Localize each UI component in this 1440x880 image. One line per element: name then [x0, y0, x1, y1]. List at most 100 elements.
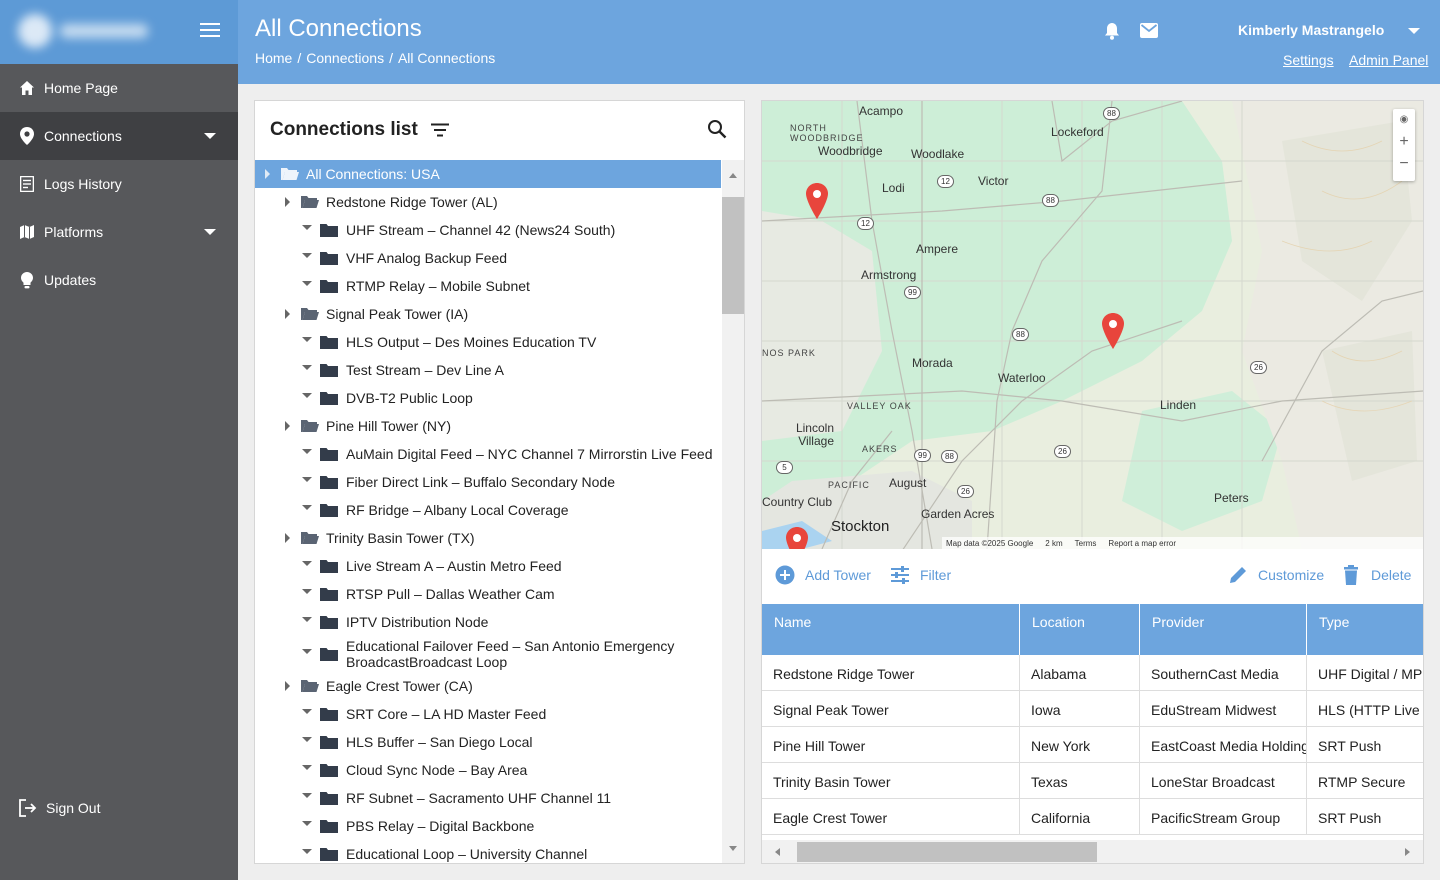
chevron-down-icon[interactable] — [204, 229, 216, 235]
tree-connection-node[interactable]: Cloud Sync Node – Bay Area — [255, 756, 721, 784]
search-icon[interactable] — [707, 119, 727, 139]
caret-right-icon[interactable] — [265, 169, 270, 179]
tree-connection-node[interactable]: SRT Core – LA HD Master Feed — [255, 700, 721, 728]
scroll-right-icon[interactable] — [1405, 848, 1410, 856]
scroll-thumb[interactable] — [722, 197, 744, 314]
caret-down-icon[interactable] — [302, 281, 312, 286]
table-row[interactable]: Eagle Crest Tower California PacificStream… — [762, 799, 1423, 835]
tree-connection-node[interactable]: Test Stream – Dev Line A — [255, 356, 721, 384]
tree-connection-node[interactable]: Educational Failover Feed – San Antonio … — [255, 636, 721, 672]
chevron-down-icon[interactable] — [204, 133, 216, 139]
terms-link[interactable]: Terms — [1075, 539, 1097, 548]
filter-lines-icon[interactable] — [431, 123, 449, 137]
tree-tower-node[interactable]: Redstone Ridge Tower (AL) — [255, 188, 721, 216]
caret-down-icon[interactable] — [302, 225, 312, 230]
settings-link[interactable]: Settings — [1283, 52, 1334, 68]
caret-right-icon[interactable] — [285, 533, 290, 543]
table-row[interactable]: Redstone Ridge Tower Alabama SouthernCast … — [762, 655, 1423, 691]
tree-connection-node[interactable]: Educational Loop – University Channel — [255, 840, 721, 863]
table-row[interactable]: Pine Hill Tower New York EastCoast Media H… — [762, 727, 1423, 763]
menu-toggle-icon[interactable] — [200, 23, 220, 39]
map-marker-icon[interactable] — [1102, 313, 1124, 349]
report-error-link[interactable]: Report a map error — [1108, 539, 1176, 548]
caret-down-icon[interactable] — [302, 561, 312, 566]
caret-right-icon[interactable] — [285, 681, 290, 691]
tree-tower-node[interactable]: Trinity Basin Tower (TX) — [255, 524, 721, 552]
tree-tower-node[interactable]: Pine Hill Tower (NY) — [255, 412, 721, 440]
breadcrumb-home[interactable]: Home — [255, 50, 292, 66]
scroll-left-icon[interactable] — [775, 848, 780, 856]
tree-connection-node[interactable]: VHF Analog Backup Feed — [255, 244, 721, 272]
tree-connection-node[interactable]: PBS Relay – Digital Backbone — [255, 812, 721, 840]
admin-panel-link[interactable]: Admin Panel — [1349, 52, 1428, 68]
tree-connection-node[interactable]: RTSP Pull – Dallas Weather Cam — [255, 580, 721, 608]
caret-down-icon[interactable] — [302, 449, 312, 454]
caret-right-icon[interactable] — [285, 197, 290, 207]
caret-down-icon[interactable] — [302, 709, 312, 714]
caret-down-icon[interactable] — [302, 253, 312, 258]
tree-connection-node[interactable]: DVB-T2 Public Loop — [255, 384, 721, 412]
scroll-down-icon[interactable] — [729, 846, 737, 851]
mail-icon[interactable] — [1140, 23, 1158, 38]
filter-button[interactable]: Filter — [890, 565, 951, 585]
caret-right-icon[interactable] — [285, 309, 290, 319]
tree-connection-node[interactable]: RTMP Relay – Mobile Subnet — [255, 272, 721, 300]
column-header-type[interactable]: Type — [1307, 604, 1423, 655]
map-marker-icon[interactable] — [786, 527, 808, 549]
tree-connection-node[interactable]: UHF Stream – Channel 42 (News24 South) — [255, 216, 721, 244]
caret-down-icon[interactable] — [302, 393, 312, 398]
add-tower-button[interactable]: Add Tower — [775, 565, 871, 585]
grid-horizontal-scrollbar[interactable] — [762, 840, 1423, 863]
caret-down-icon[interactable] — [302, 477, 312, 482]
caret-down-icon[interactable] — [302, 365, 312, 370]
caret-down-icon[interactable] — [302, 617, 312, 622]
delete-button[interactable]: Delete — [1341, 565, 1411, 585]
tree-connection-node[interactable]: IPTV Distribution Node — [255, 608, 721, 636]
tree-connection-node[interactable]: HLS Output – Des Moines Education TV — [255, 328, 721, 356]
sidebar-item-platforms[interactable]: Platforms — [0, 208, 238, 256]
tree-root-node[interactable]: All Connections: USA — [255, 160, 721, 188]
tree-connection-node[interactable]: Live Stream A – Austin Metro Feed — [255, 552, 721, 580]
scroll-thumb[interactable] — [797, 842, 1097, 862]
breadcrumb-connections[interactable]: Connections — [306, 50, 384, 66]
tree-connection-node[interactable]: AuMain Digital Feed – NYC Channel 7 Mirr… — [255, 440, 721, 468]
map-view[interactable]: Acampo NORTH WOODBRIDGE Woodbridge Locke… — [762, 101, 1423, 549]
caret-down-icon[interactable] — [302, 589, 312, 594]
tree-connection-node[interactable]: RF Subnet – Sacramento UHF Channel 11 — [255, 784, 721, 812]
tree-scrollbar[interactable] — [722, 160, 744, 863]
scroll-up-icon[interactable] — [729, 173, 737, 178]
table-row[interactable]: Signal Peak Tower Iowa EduStream Midwest HL… — [762, 691, 1423, 727]
tree-tower-node[interactable]: Eagle Crest Tower (CA) — [255, 672, 721, 700]
column-header-provider[interactable]: Provider — [1140, 604, 1307, 655]
bell-icon[interactable] — [1104, 22, 1120, 40]
column-header-name[interactable]: Name — [762, 604, 1020, 655]
app-logo[interactable] — [18, 14, 148, 48]
sidebar-item-home[interactable]: Home Page — [0, 64, 238, 112]
user-menu-name[interactable]: Kimberly Mastrangelo — [1238, 22, 1384, 38]
tree-connection-node[interactable]: RF Bridge – Albany Local Coverage — [255, 496, 721, 524]
sidebar-item-logs-history[interactable]: Logs History — [0, 160, 238, 208]
column-header-location[interactable]: Location — [1020, 604, 1140, 655]
map-marker-icon[interactable] — [806, 183, 828, 219]
zoom-in-button[interactable]: + — [1393, 131, 1415, 153]
caret-down-icon[interactable] — [302, 821, 312, 826]
caret-down-icon[interactable] — [302, 505, 312, 510]
caret-down-icon[interactable] — [302, 793, 312, 798]
table-row[interactable]: Trinity Basin Tower Texas LoneStar Broadca… — [762, 763, 1423, 799]
zoom-out-button[interactable]: − — [1393, 153, 1415, 175]
caret-right-icon[interactable] — [285, 421, 290, 431]
tree-connection-node[interactable]: Fiber Direct Link – Buffalo Secondary No… — [255, 468, 721, 496]
sidebar-item-updates[interactable]: Updates — [0, 256, 238, 304]
tree-tower-node[interactable]: Signal Peak Tower (IA) — [255, 300, 721, 328]
caret-down-icon[interactable] — [302, 337, 312, 342]
caret-down-icon[interactable] — [302, 849, 312, 854]
customize-button[interactable]: Customize — [1228, 565, 1324, 585]
tree-connection-node[interactable]: HLS Buffer – San Diego Local — [255, 728, 721, 756]
caret-down-icon[interactable] — [302, 649, 312, 654]
locate-icon[interactable]: ◉ — [1393, 109, 1415, 131]
chevron-down-icon[interactable] — [1408, 28, 1420, 34]
caret-down-icon[interactable] — [302, 737, 312, 742]
caret-down-icon[interactable] — [302, 765, 312, 770]
sidebar-item-connections[interactable]: Connections — [0, 112, 238, 160]
sign-out-button[interactable]: Sign Out — [18, 796, 100, 820]
